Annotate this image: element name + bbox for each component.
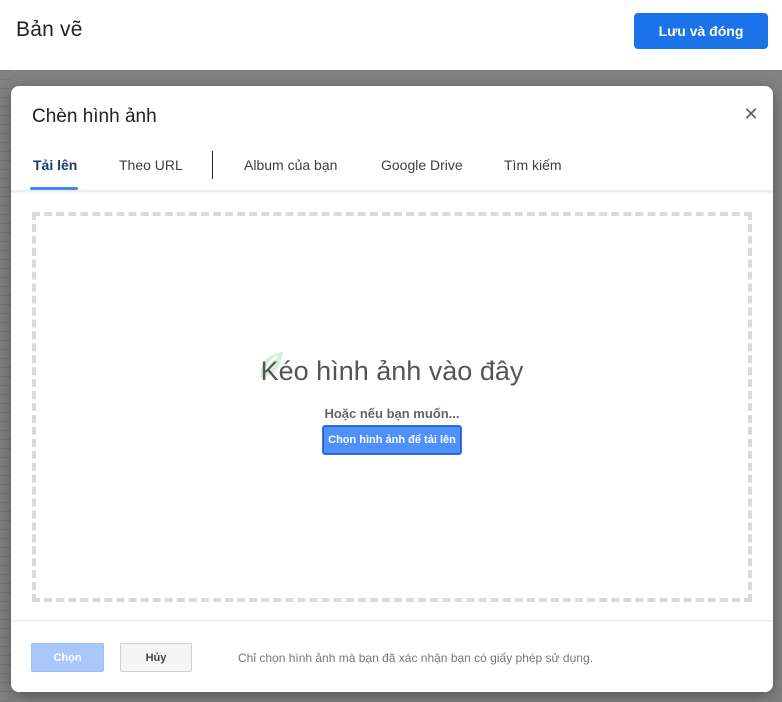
choose-image-button[interactable]: Chọn hình ảnh để tải lên (322, 425, 462, 455)
drop-zone-subtitle: Hoặc nếu bạn muốn... (324, 406, 460, 421)
tab-your-albums[interactable]: Album của bạn (244, 157, 337, 173)
tab-upload[interactable]: Tải lên (33, 157, 77, 173)
app-title: Bản vẽ (16, 18, 83, 41)
save-and-close-button[interactable]: Lưu và đóng (634, 13, 768, 49)
ruler (0, 70, 11, 702)
app-bar: Bản vẽ Lưu và đóng (0, 0, 782, 70)
drop-zone-title: Kéo hình ảnh vào đây (260, 356, 524, 386)
select-button[interactable]: Chọn (31, 643, 104, 672)
cancel-button[interactable]: Hủy (120, 643, 192, 672)
tab-bar: Tải lên Theo URL Album của bạn Google Dr… (11, 144, 773, 191)
tab-divider (212, 151, 213, 179)
header-divider (11, 190, 773, 194)
dialog-footer: Chọn Hủy Chỉ chọn hình ảnh mà bạn đã xác… (11, 620, 773, 692)
tab-google-drive[interactable]: Google Drive (381, 157, 463, 173)
insert-image-dialog: Chèn hình ảnh ✕ Tải lên Theo URL Album c… (11, 86, 773, 692)
license-note: Chỉ chọn hình ảnh mà bạn đã xác nhận bạn… (238, 651, 593, 665)
tab-search[interactable]: Tìm kiếm (504, 157, 562, 173)
tab-by-url[interactable]: Theo URL (119, 157, 183, 173)
close-icon[interactable]: ✕ (741, 104, 761, 124)
dialog-title: Chèn hình ảnh (32, 106, 157, 127)
